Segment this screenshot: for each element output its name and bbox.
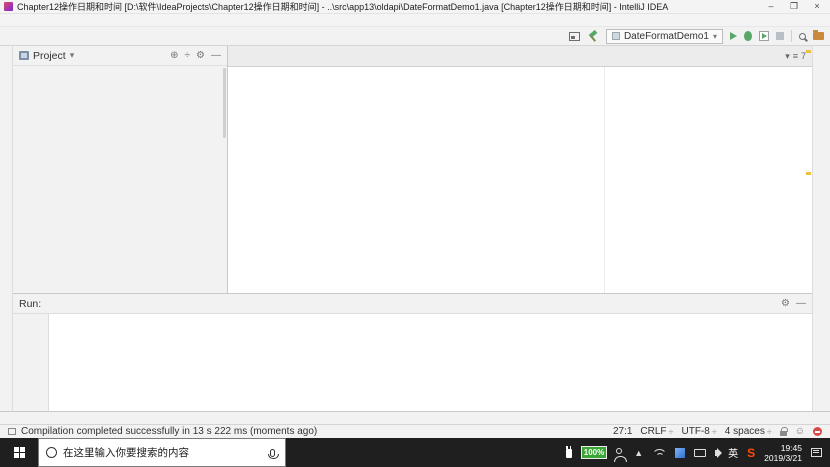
hide-panel-icon[interactable]: — [211,50,221,61]
run-console[interactable] [49,314,812,411]
taskbar-clock[interactable]: 19:45 2019/3/21 [764,443,802,463]
workspace: Project ▾ ⊕ ÷ ⚙ — ▾ ≡ 7 Run: ⚙ — [0,46,830,412]
run-panel-header: Run: ⚙ — [13,294,812,314]
status-bar: Compilation completed successfully in 13… [0,425,830,438]
project-tree [13,66,227,293]
editor-area: ▾ ≡ 7 [228,46,812,293]
windows-taskbar: 在这里输入你要搜索的内容 100% ▲ 英 S 19:45 2019/3/21 [0,438,830,467]
settings-folder-icon[interactable] [813,30,824,40]
lock-icon[interactable] [779,426,788,436]
clock-date: 2019/3/21 [764,452,802,463]
updown-icon: ÷ [668,426,674,437]
search-everywhere-icon[interactable] [799,32,806,40]
action-center-icon[interactable] [811,448,822,457]
wifi-icon[interactable] [652,448,666,457]
menu-bar [0,14,830,27]
run-config-label: DateFormatDemo1 [623,30,709,42]
user-person-icon[interactable] [614,447,628,462]
hamburger-icon: ≡ [792,51,798,61]
toolbar-actions: DateFormatDemo1 ▾ [568,28,824,44]
settings-gear-icon[interactable]: ⚙ [781,298,790,309]
editor-tab-bar: ▾ ≡ 7 [228,46,812,67]
updown-icon: ÷ [766,426,772,437]
run-button-icon[interactable] [730,32,737,40]
idea-app-icon [4,2,13,11]
right-margin-guide [604,67,605,293]
tool-window-bar [0,412,830,425]
run-configuration-select[interactable]: DateFormatDemo1 ▾ [605,28,723,44]
build-hammer-icon[interactable] [587,30,599,42]
hector-inspector-icon[interactable]: ☺ [795,426,805,437]
warning-stripe-mark[interactable] [806,50,811,53]
hidden-tabs-dropdown[interactable]: ▾ ≡ 7 [779,46,812,66]
window-title: Chapter12操作日期和时间 [D:\软件\IdeaProjects\Cha… [17,2,669,12]
settings-gear-icon[interactable]: ⚙ [196,50,205,61]
chevron-down-icon: ▾ [712,31,717,41]
chevron-up-icon[interactable]: ▲ [634,448,643,458]
error-indicator-icon[interactable] [813,427,822,436]
run-toolbar [13,314,49,411]
project-panel-header: Project ▾ ⊕ ÷ ⚙ — [13,46,227,66]
locate-file-icon[interactable]: ⊕ [170,50,178,61]
intellij-idea-window: Chapter12操作日期和时间 [D:\软件\IdeaProjects\Cha… [0,0,830,467]
chevron-down-icon[interactable]: ▾ [70,50,75,61]
hide-panel-icon[interactable]: — [796,298,806,309]
security-cube-icon[interactable] [675,447,686,458]
toolwindow-toggle-icon[interactable] [568,31,580,41]
microphone-icon[interactable] [268,448,279,459]
line-ending-select[interactable]: CRLF ÷ [640,426,673,437]
run-panel-label: Run: [19,297,42,310]
code-editor[interactable] [228,67,812,293]
project-panel: Project ▾ ⊕ ÷ ⚙ — [13,46,228,293]
indent-select[interactable]: 4 spaces ÷ [725,426,772,437]
warning-stripe-mark[interactable] [806,172,811,175]
updown-icon: ÷ [711,426,717,437]
chevron-down-icon: ▾ [785,50,790,61]
windows-logo-icon [13,447,25,458]
stop-button-icon[interactable] [776,32,784,40]
navigation-bar: DateFormatDemo1 ▾ [0,27,830,46]
right-tool-stripe [812,46,830,411]
collapse-all-icon[interactable]: ÷ [185,50,191,61]
encoding-select[interactable]: UTF-8 ÷ [682,426,717,437]
toolwindow-toggle-icon[interactable] [8,428,16,435]
status-message: Compilation completed successfully in 13… [21,426,318,437]
system-tray: 100% ▲ 英 S 19:45 2019/3/21 [558,438,830,467]
search-placeholder: 在这里输入你要搜索的内容 [63,447,189,459]
speaker-icon[interactable] [715,447,723,458]
debug-button-icon[interactable] [744,31,752,41]
project-panel-title-group: Project ▾ [19,50,170,62]
start-button[interactable] [0,438,38,467]
touch-keyboard-icon[interactable] [694,448,707,457]
title-bar: Chapter12操作日期和时间 [D:\软件\IdeaProjects\Cha… [0,0,830,14]
run-tool-window: Run: ⚙ — [13,293,812,411]
clock-time: 19:45 [780,442,802,453]
run-with-coverage-icon[interactable] [759,31,769,41]
ime-language-indicator[interactable]: 英 [728,445,738,460]
minimize-button[interactable]: – [760,0,782,13]
close-button[interactable]: × [806,0,828,13]
left-tool-stripe [0,46,13,411]
project-scrollbar[interactable] [223,68,226,138]
run-config-icon [611,32,620,40]
cortana-search-box[interactable]: 在这里输入你要搜索的内容 [38,438,286,467]
caret-position[interactable]: 27:1 [613,426,632,437]
cortana-icon [46,447,57,458]
power-plug-icon[interactable] [565,446,572,458]
maximize-button[interactable]: ❐ [783,0,805,13]
sogou-input-icon[interactable]: S [747,447,755,459]
project-panel-title[interactable]: Project [33,50,66,62]
battery-indicator[interactable]: 100% [580,446,608,459]
project-view-icon [19,51,29,60]
divider [791,30,792,42]
